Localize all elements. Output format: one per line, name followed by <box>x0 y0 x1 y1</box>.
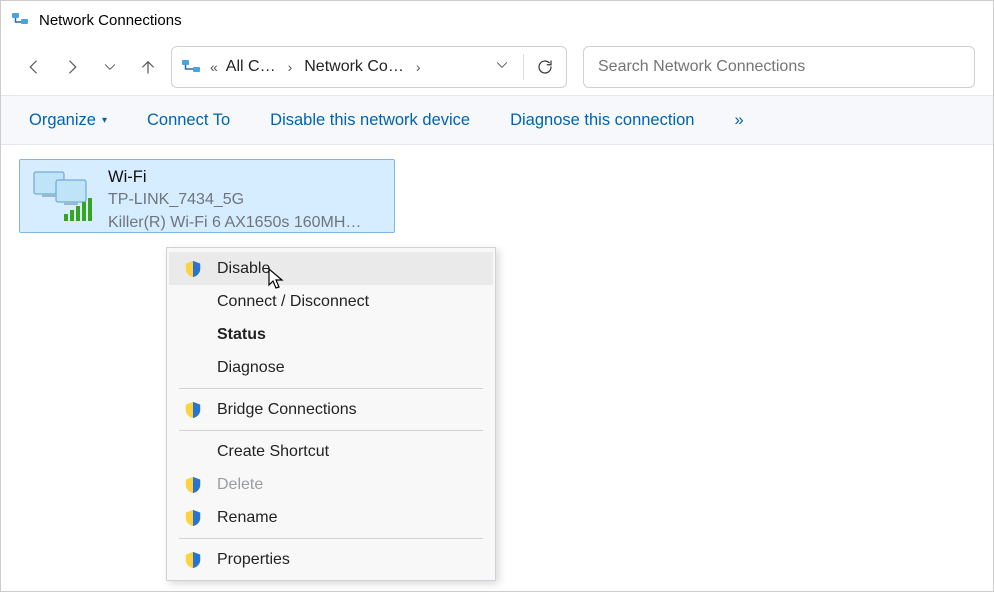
more-commands[interactable]: » <box>734 111 743 130</box>
menu-status[interactable]: Status <box>169 318 493 351</box>
chevron-right-icon[interactable]: › <box>410 59 427 75</box>
content-area: Wi-Fi TP-LINK_7434_5G Killer(R) Wi-Fi 6 … <box>1 145 993 247</box>
title-bar: Network Connections <box>1 1 993 39</box>
adapter-ssid: TP-LINK_7434_5G <box>108 189 361 211</box>
location-icon <box>180 55 204 79</box>
up-button[interactable] <box>133 52 163 82</box>
menu-separator <box>179 430 483 431</box>
menu-separator <box>179 388 483 389</box>
organize-menu[interactable]: Organize ▾ <box>29 111 107 130</box>
menu-create-shortcut[interactable]: Create Shortcut <box>169 435 493 468</box>
back-button[interactable] <box>19 52 49 82</box>
menu-connect-label: Connect / Disconnect <box>217 293 369 311</box>
menu-bridge[interactable]: Bridge Connections <box>169 393 493 426</box>
breadcrumb-overflow[interactable]: « <box>208 59 220 75</box>
menu-connect-disconnect[interactable]: Connect / Disconnect <box>169 285 493 318</box>
shield-icon <box>181 476 205 494</box>
breadcrumb-seg-2[interactable]: Network Co… <box>302 58 406 76</box>
menu-rename-label: Rename <box>217 509 277 527</box>
adapter-item-wifi[interactable]: Wi-Fi TP-LINK_7434_5G Killer(R) Wi-Fi 6 … <box>19 159 395 233</box>
diagnose-label: Diagnose this connection <box>510 111 694 130</box>
menu-properties[interactable]: Properties <box>169 543 493 576</box>
menu-delete-label: Delete <box>217 476 263 494</box>
more-icon: » <box>734 111 743 130</box>
nav-bar: « All C… › Network Co… › <box>1 39 993 95</box>
menu-status-label: Status <box>217 326 266 344</box>
menu-bridge-label: Bridge Connections <box>217 401 357 419</box>
network-connections-icon <box>11 10 31 30</box>
connect-to-label: Connect To <box>147 111 230 130</box>
command-bar: Organize ▾ Connect To Disable this netwo… <box>1 95 993 145</box>
adapter-icon <box>28 166 98 226</box>
adapter-device: Killer(R) Wi-Fi 6 AX1650s 160MH… <box>108 212 361 234</box>
connect-to-button[interactable]: Connect To <box>147 111 230 130</box>
search-input[interactable] <box>598 58 960 76</box>
menu-shortcut-label: Create Shortcut <box>217 443 329 461</box>
shield-icon <box>181 260 205 278</box>
diagnose-button[interactable]: Diagnose this connection <box>510 111 694 130</box>
menu-disable[interactable]: Disable <box>169 252 493 285</box>
refresh-button[interactable] <box>532 54 558 80</box>
address-dropdown[interactable] <box>489 58 515 77</box>
menu-properties-label: Properties <box>217 551 290 569</box>
menu-delete: Delete <box>169 468 493 501</box>
shield-icon <box>181 509 205 527</box>
recent-dropdown[interactable] <box>95 52 125 82</box>
shield-icon <box>181 401 205 419</box>
window-title: Network Connections <box>39 12 182 29</box>
adapter-name: Wi-Fi <box>108 166 361 188</box>
organize-label: Organize <box>29 111 96 130</box>
forward-button[interactable] <box>57 52 87 82</box>
disable-device-label: Disable this network device <box>270 111 470 130</box>
chevron-down-icon: ▾ <box>102 115 107 126</box>
address-bar[interactable]: « All C… › Network Co… › <box>171 46 567 88</box>
menu-separator <box>179 538 483 539</box>
menu-diagnose[interactable]: Diagnose <box>169 351 493 384</box>
menu-rename[interactable]: Rename <box>169 501 493 534</box>
breadcrumb-seg-1[interactable]: All C… <box>224 58 278 76</box>
search-box[interactable] <box>583 46 975 88</box>
context-menu: Disable Connect / Disconnect Status Diag… <box>166 247 496 581</box>
menu-disable-label: Disable <box>217 260 270 278</box>
divider <box>523 54 524 80</box>
shield-icon <box>181 551 205 569</box>
chevron-right-icon[interactable]: › <box>282 59 299 75</box>
menu-diagnose-label: Diagnose <box>217 359 285 377</box>
disable-device-button[interactable]: Disable this network device <box>270 111 470 130</box>
